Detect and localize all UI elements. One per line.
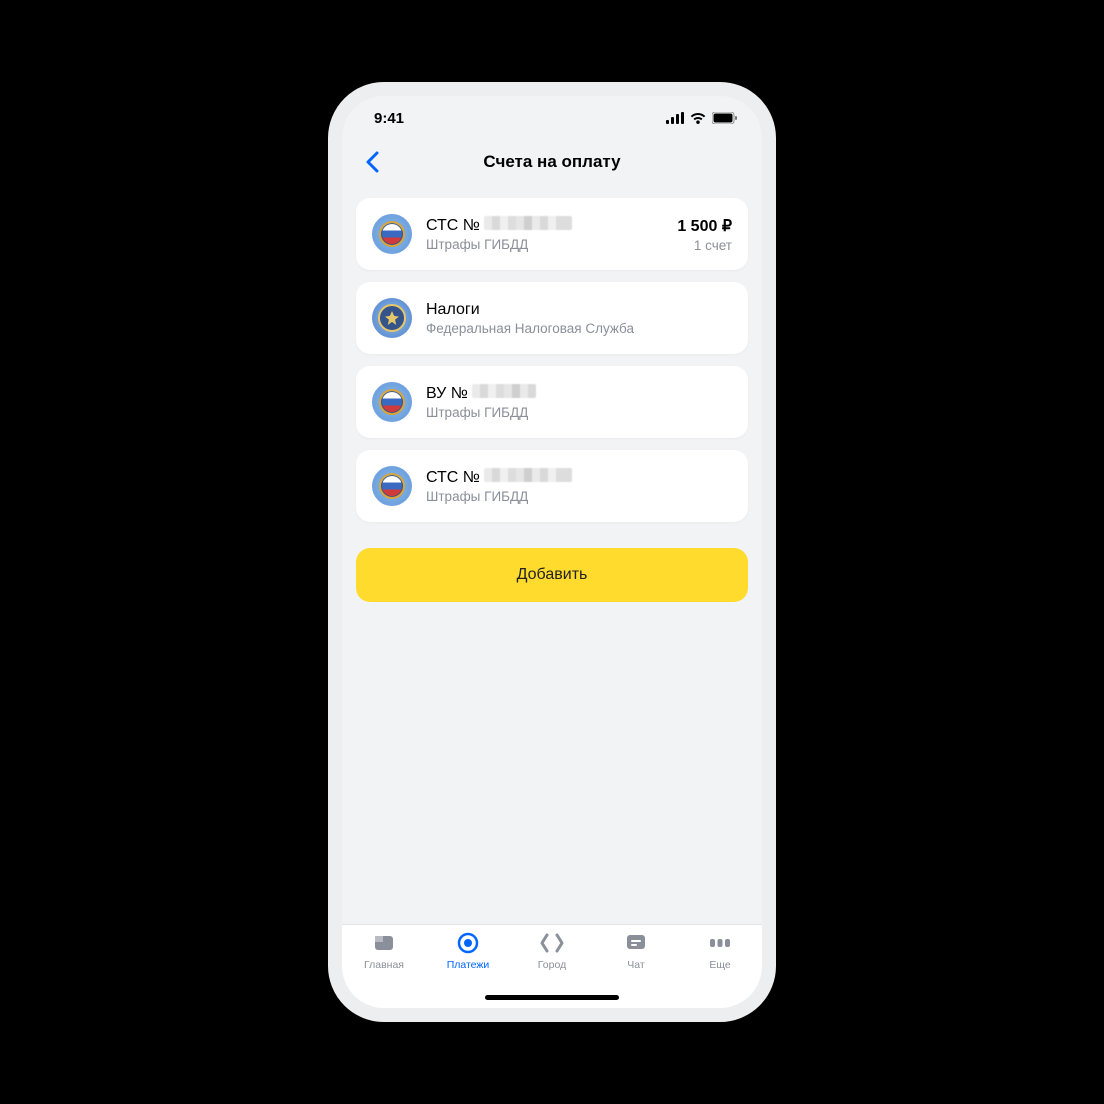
bill-card[interactable]: ВУ № Штрафы ГИБДД	[356, 366, 748, 438]
card-title: Налоги	[426, 301, 480, 319]
card-title-prefix: ВУ №	[426, 385, 468, 403]
gibdd-icon	[372, 214, 412, 254]
card-title-prefix: СТС №	[426, 469, 480, 487]
more-icon	[707, 931, 733, 955]
bill-card[interactable]: СТС № Штрафы ГИБДД 1 500 ₽ 1 счет	[356, 198, 748, 270]
tab-label: Еще	[709, 959, 730, 971]
tab-label: Город	[538, 959, 566, 971]
status-icons	[666, 112, 738, 124]
tab-label: Главная	[364, 959, 404, 971]
add-button-label: Добавить	[517, 566, 588, 584]
status-bar: 9:41	[342, 96, 762, 140]
card-subtitle: Федеральная Налоговая Служба	[426, 321, 732, 336]
card-subtitle: Штрафы ГИБДД	[426, 237, 667, 252]
redacted-value	[472, 384, 536, 398]
card-title-prefix: СТС №	[426, 217, 480, 235]
redacted-value	[484, 468, 572, 482]
gibdd-icon	[372, 382, 412, 422]
back-button[interactable]	[354, 144, 390, 180]
card-count: 1 счет	[677, 238, 732, 253]
add-button[interactable]: Добавить	[356, 548, 748, 602]
tab-home[interactable]: Главная	[342, 931, 426, 988]
city-icon	[539, 931, 565, 955]
tab-city[interactable]: Город	[510, 931, 594, 988]
chevron-left-icon	[365, 151, 379, 173]
home-icon	[371, 931, 397, 955]
tab-label: Чат	[627, 959, 644, 971]
card-subtitle: Штрафы ГИБДД	[426, 489, 732, 504]
home-indicator[interactable]	[485, 995, 619, 1000]
wifi-icon	[690, 112, 706, 124]
tab-payments[interactable]: Платежи	[426, 931, 510, 988]
chat-icon	[623, 931, 649, 955]
redacted-value	[484, 216, 572, 230]
nav-bar: Счета на оплату	[342, 140, 762, 184]
content: СТС № Штрафы ГИБДД 1 500 ₽ 1 счет Налоги…	[342, 184, 762, 924]
tab-chat[interactable]: Чат	[594, 931, 678, 988]
tab-more[interactable]: Еще	[678, 931, 762, 988]
payments-icon	[455, 931, 481, 955]
signal-icon	[666, 112, 684, 124]
page-title: Счета на оплату	[342, 152, 762, 172]
bill-card[interactable]: СТС № Штрафы ГИБДД	[356, 450, 748, 522]
card-amount: 1 500 ₽	[677, 216, 732, 236]
battery-icon	[712, 112, 738, 124]
status-time: 9:41	[374, 110, 404, 127]
tab-label: Платежи	[447, 959, 490, 971]
phone-frame: 9:41 Счета на оплату СТС № Штрафы ГИБДД …	[328, 82, 776, 1022]
gibdd-icon	[372, 466, 412, 506]
card-subtitle: Штрафы ГИБДД	[426, 405, 732, 420]
bill-card[interactable]: Налоги Федеральная Налоговая Служба	[356, 282, 748, 354]
fns-icon	[372, 298, 412, 338]
